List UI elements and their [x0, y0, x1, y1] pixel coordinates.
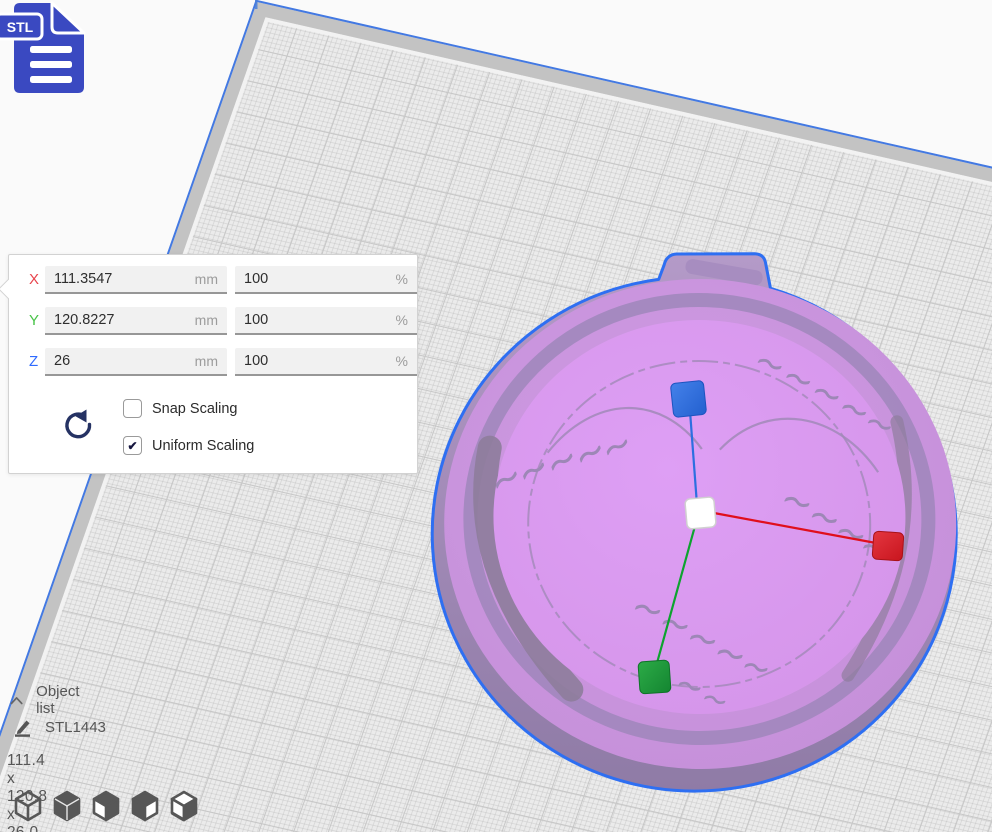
rotate-ccw-icon: [65, 409, 92, 439]
slicer-app-window: STL X mm % Y mm %: [0, 0, 992, 832]
y-size-field: mm: [45, 307, 227, 335]
scale-row-x: X mm %: [9, 266, 417, 294]
axis-y-label: Y: [29, 312, 40, 329]
scale-row-z: Z mm %: [9, 348, 417, 376]
x-percent-unit: %: [395, 271, 408, 287]
document-icon: STL: [0, 1, 86, 93]
x-size-field: mm: [45, 266, 227, 294]
object-list-toggle[interactable]: Object list: [10, 683, 84, 717]
z-percent-unit: %: [395, 353, 408, 369]
x-size-input[interactable]: [54, 271, 191, 287]
chevron-up-icon: [10, 696, 23, 704]
scale-tool-panel: X mm % Y mm % Z mm: [0, 254, 418, 474]
z-size-field: mm: [45, 348, 227, 376]
snap-scaling-option: Snap Scaling: [123, 399, 237, 418]
object-list-label: Object list: [36, 683, 80, 717]
z-percent-field: %: [235, 348, 417, 376]
z-size-input[interactable]: [54, 353, 191, 369]
x-percent-input[interactable]: [244, 271, 392, 287]
view-3d-button[interactable]: [12, 789, 44, 823]
y-percent-unit: %: [395, 312, 408, 328]
scale-handle-uniform[interactable]: [684, 496, 717, 530]
object-name[interactable]: STL1443: [45, 719, 106, 736]
view-left-cube-icon: [131, 790, 159, 822]
y-percent-field: %: [235, 307, 417, 335]
z-size-unit: mm: [194, 353, 218, 369]
view-top-cube-icon: [92, 790, 120, 822]
uniform-scaling-checkbox[interactable]: ✔: [123, 436, 142, 455]
y-size-input[interactable]: [54, 312, 191, 328]
view-right-button[interactable]: [168, 789, 200, 823]
scale-handle-y[interactable]: [637, 659, 672, 695]
view-3d-cube-icon: [14, 790, 42, 822]
scale-handle-x[interactable]: [871, 530, 905, 562]
x-size-unit: mm: [194, 271, 218, 287]
uniform-scaling-option: ✔ Uniform Scaling: [123, 436, 254, 455]
pencil-icon[interactable]: [13, 717, 32, 737]
view-left-button[interactable]: [129, 789, 161, 823]
camera-view-toolbar: [12, 789, 200, 823]
snap-scaling-checkbox[interactable]: [123, 399, 142, 418]
view-right-cube-icon: [170, 790, 198, 822]
x-percent-field: %: [235, 266, 417, 294]
y-percent-input[interactable]: [244, 312, 392, 328]
view-top-button[interactable]: [90, 789, 122, 823]
plate-origin-axis-tick: [255, 0, 258, 9]
y-size-unit: mm: [194, 312, 218, 328]
uniform-scaling-label: Uniform Scaling: [152, 437, 255, 454]
stl-file-icon[interactable]: STL: [0, 0, 100, 100]
object-name-row: STL1443: [13, 717, 106, 737]
view-front-button[interactable]: [51, 789, 83, 823]
reset-scale-button[interactable]: [59, 407, 93, 445]
axis-z-label: Z: [29, 353, 39, 370]
scale-handle-z[interactable]: [670, 380, 707, 418]
z-percent-input[interactable]: [244, 353, 392, 369]
snap-scaling-label: Snap Scaling: [152, 400, 238, 417]
checkmark-icon: ✔: [127, 438, 138, 453]
scale-row-y: Y mm %: [9, 307, 417, 335]
axis-x-label: X: [29, 271, 40, 288]
stl-badge-label: STL: [7, 19, 34, 35]
view-front-cube-icon: [53, 790, 81, 822]
